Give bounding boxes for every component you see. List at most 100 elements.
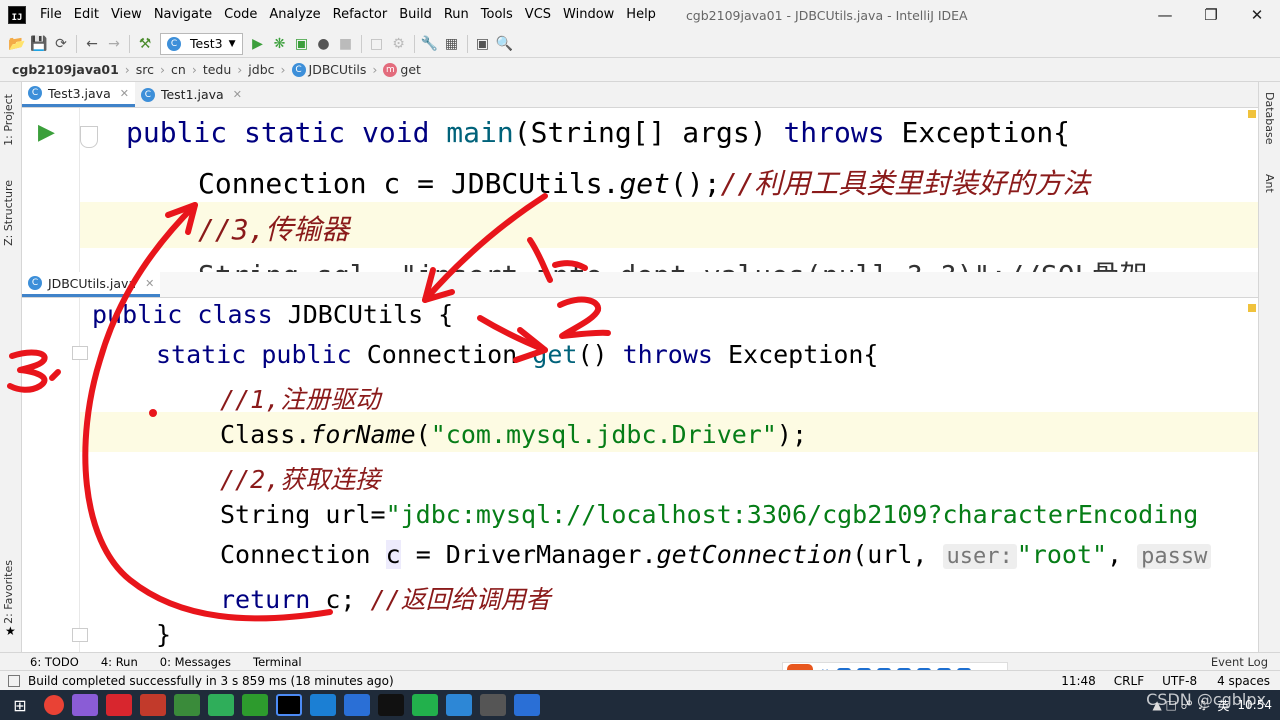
star-icon: ★ xyxy=(5,624,16,638)
app-icon[interactable] xyxy=(310,694,336,716)
close-tab-icon[interactable]: ✕ xyxy=(145,277,154,290)
breadcrumb-method[interactable]: get xyxy=(400,62,421,77)
event-log-tab[interactable]: Event Log xyxy=(1211,655,1268,669)
code-line: Connection c = JDBCUtils.get();//利用工具类里封… xyxy=(198,167,1091,200)
class-icon: C xyxy=(167,36,181,51)
caret-position[interactable]: 11:48 xyxy=(1061,674,1096,688)
menu-refactor[interactable]: Refactor xyxy=(327,0,394,30)
intellij-logo-icon: IJ xyxy=(8,6,26,24)
qq-icon[interactable] xyxy=(378,694,404,716)
code-line: public class JDBCUtils { xyxy=(92,300,454,329)
terminal-tool-tab[interactable]: Terminal xyxy=(253,655,302,669)
wechat-icon[interactable] xyxy=(412,694,438,716)
todo-tool-tab[interactable]: 6: TODO xyxy=(30,655,79,669)
build-hammer-icon[interactable]: ⚒ xyxy=(134,33,156,55)
window-title: cgb2109java01 - JDBCUtils.java - Intelli… xyxy=(685,7,968,23)
status-message[interactable]: Build completed successfully in 3 s 859 … xyxy=(28,674,394,688)
stop-icon[interactable]: ■ xyxy=(335,33,357,55)
fold-marker-icon[interactable] xyxy=(72,628,88,642)
breadcrumb-tedu[interactable]: tedu xyxy=(203,62,231,77)
fold-marker-icon[interactable] xyxy=(72,346,88,360)
structure-tool-tab[interactable]: Z: Structure xyxy=(2,180,15,246)
file-encoding[interactable]: UTF-8 xyxy=(1162,674,1197,688)
menu-window[interactable]: Window xyxy=(557,0,620,30)
save-icon[interactable]: 💾 xyxy=(28,33,50,55)
menu-tools[interactable]: Tools xyxy=(475,0,519,30)
top-editor[interactable]: ▶ public static void main(String[] args)… xyxy=(22,108,1258,272)
run-tool-tab[interactable]: 4: Run xyxy=(101,655,138,669)
menu-view[interactable]: View xyxy=(105,0,148,30)
menu-code[interactable]: Code xyxy=(218,0,263,30)
search-icon[interactable]: 🔍 xyxy=(494,33,516,55)
intellij-taskbar-icon[interactable] xyxy=(276,694,302,716)
forward-arrow-icon[interactable]: → xyxy=(103,33,125,55)
profile-icon[interactable]: ● xyxy=(313,33,335,55)
project-structure-icon[interactable]: ▦ xyxy=(441,33,463,55)
minimize-icon[interactable]: — xyxy=(1142,0,1188,30)
right-tool-strip: Database Ant xyxy=(1258,82,1280,652)
indent-setting[interactable]: 4 spaces xyxy=(1217,674,1270,688)
line-separator[interactable]: CRLF xyxy=(1114,674,1144,688)
run-config-select[interactable]: C Test3 ▼ xyxy=(160,32,243,55)
app-icon[interactable] xyxy=(242,694,268,716)
terminal-frame-icon[interactable]: ▣ xyxy=(472,33,494,55)
tab-test3[interactable]: C Test3.java ✕ xyxy=(22,82,135,107)
breadcrumb-src[interactable]: src xyxy=(136,62,154,77)
settings-wrench-icon[interactable]: 🔧 xyxy=(419,33,441,55)
update-icon[interactable]: □ xyxy=(366,33,388,55)
bottom-editor[interactable]: public class JDBCUtils { static public C… xyxy=(22,298,1258,652)
restore-icon[interactable]: ❐ xyxy=(1188,0,1234,30)
project-tool-tab[interactable]: 1: Project xyxy=(2,94,15,146)
app-icon[interactable] xyxy=(174,694,200,716)
open-folder-icon[interactable]: 📂 xyxy=(6,33,28,55)
app-icon[interactable] xyxy=(140,694,166,716)
menu-navigate[interactable]: Navigate xyxy=(148,0,218,30)
fold-marker-icon[interactable] xyxy=(80,126,98,148)
run-icon[interactable]: ▶ xyxy=(247,33,269,55)
app-icon[interactable] xyxy=(514,694,540,716)
tab-test1[interactable]: C Test1.java ✕ xyxy=(135,82,248,107)
database-tool-tab[interactable]: Database xyxy=(1263,92,1276,145)
class-icon: C xyxy=(28,86,42,100)
menu-vcs[interactable]: VCS xyxy=(519,0,557,30)
menu-run[interactable]: Run xyxy=(438,0,475,30)
close-tab-icon[interactable]: ✕ xyxy=(233,88,242,101)
favorites-tool-tab[interactable]: 2: Favorites xyxy=(2,560,15,624)
close-icon[interactable]: ✕ xyxy=(1234,0,1280,30)
back-arrow-icon[interactable]: ← xyxy=(81,33,103,55)
windows-start-icon[interactable]: ⊞ xyxy=(0,690,40,720)
messages-tool-tab[interactable]: 0: Messages xyxy=(160,655,231,669)
vcs-icon[interactable]: ⚙ xyxy=(388,33,410,55)
menu-analyze[interactable]: Analyze xyxy=(263,0,326,30)
app-icon[interactable] xyxy=(72,694,98,716)
breadcrumb-project[interactable]: cgb2109java01 xyxy=(12,62,119,77)
menu-file[interactable]: File xyxy=(34,0,68,30)
app-icon[interactable] xyxy=(344,694,370,716)
menu-build[interactable]: Build xyxy=(393,0,438,30)
sync-icon[interactable]: ⟳ xyxy=(50,33,72,55)
status-toggle-icon[interactable] xyxy=(8,674,20,687)
app-icon[interactable] xyxy=(480,694,506,716)
filezilla-icon[interactable] xyxy=(106,694,132,716)
debug-icon[interactable]: ❋ xyxy=(269,33,291,55)
code-line: public static void main(String[] args) t… xyxy=(126,116,1071,149)
close-tab-icon[interactable]: ✕ xyxy=(120,87,129,100)
title-bar: IJ File Edit View Navigate Code Analyze … xyxy=(0,0,1280,30)
tab-jdbcutils[interactable]: C JDBCUtils.java ✕ xyxy=(22,272,161,297)
param-hint-user: user: xyxy=(942,544,1017,569)
tab-jdbcutils-label: JDBCUtils.java xyxy=(48,275,137,291)
breadcrumb-class[interactable]: JDBCUtils xyxy=(309,62,367,77)
run-gutter-icon[interactable]: ▶ xyxy=(38,120,55,145)
app-icon[interactable] xyxy=(208,694,234,716)
warning-marker-icon[interactable] xyxy=(1248,304,1256,312)
warning-marker-icon[interactable] xyxy=(1248,110,1256,118)
coverage-icon[interactable]: ▣ xyxy=(291,33,313,55)
app-icon[interactable] xyxy=(446,694,472,716)
menu-edit[interactable]: Edit xyxy=(68,0,105,30)
code-line: return c; //返回给调用者 xyxy=(220,585,551,614)
chrome-icon[interactable] xyxy=(44,695,64,715)
breadcrumb-jdbc[interactable]: jdbc xyxy=(248,62,274,77)
breadcrumb-cn[interactable]: cn xyxy=(171,62,186,77)
ant-tool-tab[interactable]: Ant xyxy=(1263,174,1276,193)
menu-help[interactable]: Help xyxy=(620,0,662,30)
